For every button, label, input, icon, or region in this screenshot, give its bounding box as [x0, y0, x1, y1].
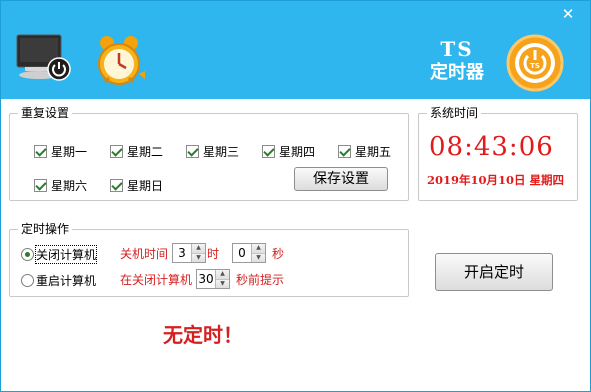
system-time-display: 08:43:06 [429, 132, 554, 162]
start-timer-button[interactable]: 开启定时 [435, 253, 553, 291]
close-button[interactable]: ✕ [560, 6, 576, 22]
day-label: 星期五 [355, 144, 392, 159]
checkmark-icon [338, 144, 351, 158]
checkmark-icon [34, 144, 47, 158]
radio-selected-icon [21, 247, 34, 261]
warn-suffix-label: 秒前提示 [236, 273, 285, 287]
day-label: 星期四 [279, 144, 316, 159]
app-window: ✕ TS 定时器 TS 重复设置 星期一 星期二 星期三 星期四 星期五 星期六… [0, 0, 591, 392]
timer-status-text: 无定时！ [163, 323, 243, 347]
system-time-group: 系统时间 08:43:06 2019年10月10日 星期四 [418, 106, 578, 201]
day-checkbox-sat[interactable]: 星期六 [34, 177, 87, 193]
checkmark-icon [110, 178, 123, 192]
checkmark-icon [262, 144, 275, 158]
power-logo-icon: TS [506, 34, 564, 92]
hour-value[interactable]: 3 [173, 244, 191, 262]
spinner-arrows-icon[interactable]: ▲ ▼ [191, 244, 205, 262]
spinner-arrows-icon[interactable]: ▲ ▼ [251, 244, 265, 262]
restart-radio[interactable]: 重启计算机 [21, 272, 96, 288]
checkmark-icon [110, 144, 123, 158]
brand-ts: TS [440, 37, 474, 61]
svg-text:TS: TS [530, 62, 540, 70]
minute-spinner[interactable]: 0 ▲ ▼ [232, 243, 266, 263]
day-label: 星期三 [203, 144, 240, 159]
day-label: 星期一 [51, 144, 88, 159]
shutdown-radio-label: 关闭计算机 [34, 244, 98, 264]
repeat-settings-group: 重复设置 星期一 星期二 星期三 星期四 星期五 星期六 星期日 保存设置 [9, 106, 409, 201]
system-time-title: 系统时间 [427, 106, 482, 120]
warn-prefix-label: 在关闭计算机 [120, 273, 193, 287]
brand-name: 定时器 [430, 62, 484, 83]
alarm-clock-icon [98, 36, 145, 85]
day-label: 星期六 [51, 178, 88, 193]
day-checkbox-sun[interactable]: 星期日 [110, 177, 163, 193]
day-label: 星期日 [127, 178, 164, 193]
header-banner: ✕ TS 定时器 TS [1, 1, 590, 99]
hour-spinner[interactable]: 3 ▲ ▼ [172, 243, 206, 263]
brand-title: TS 定时器 [421, 39, 493, 85]
monitor-power-icon [16, 34, 71, 81]
checkmark-icon [34, 178, 47, 192]
timer-operation-title: 定时操作 [18, 222, 73, 236]
day-checkbox-wed[interactable]: 星期三 [186, 143, 239, 159]
restart-radio-label: 重启计算机 [36, 273, 97, 288]
save-settings-button[interactable]: 保存设置 [294, 167, 388, 191]
checkmark-icon [186, 144, 199, 158]
radio-unselected-icon [21, 273, 34, 287]
minute-value[interactable]: 0 [233, 244, 251, 262]
repeat-settings-title: 重复设置 [18, 106, 73, 120]
warn-seconds-value[interactable]: 30 [197, 270, 215, 288]
minute-unit-label: 秒 [272, 247, 285, 261]
day-label: 星期二 [127, 144, 164, 159]
day-checkbox-fri[interactable]: 星期五 [338, 143, 391, 159]
hour-unit-label: 时 [207, 247, 220, 261]
system-date-display: 2019年10月10日 星期四 [427, 173, 565, 187]
day-checkbox-thu[interactable]: 星期四 [262, 143, 315, 159]
day-checkbox-tue[interactable]: 星期二 [110, 143, 163, 159]
spinner-arrows-icon[interactable]: ▲ ▼ [215, 270, 229, 288]
shutdown-time-label: 关机时间 [120, 247, 169, 261]
warn-seconds-spinner[interactable]: 30 ▲ ▼ [196, 269, 230, 289]
day-checkbox-mon[interactable]: 星期一 [34, 143, 87, 159]
timer-operation-group: 定时操作 关闭计算机 重启计算机 关机时间 3 ▲ ▼ 时 0 ▲ ▼ 秒 在关闭计… [9, 222, 409, 297]
shutdown-radio[interactable]: 关闭计算机 [21, 244, 98, 264]
